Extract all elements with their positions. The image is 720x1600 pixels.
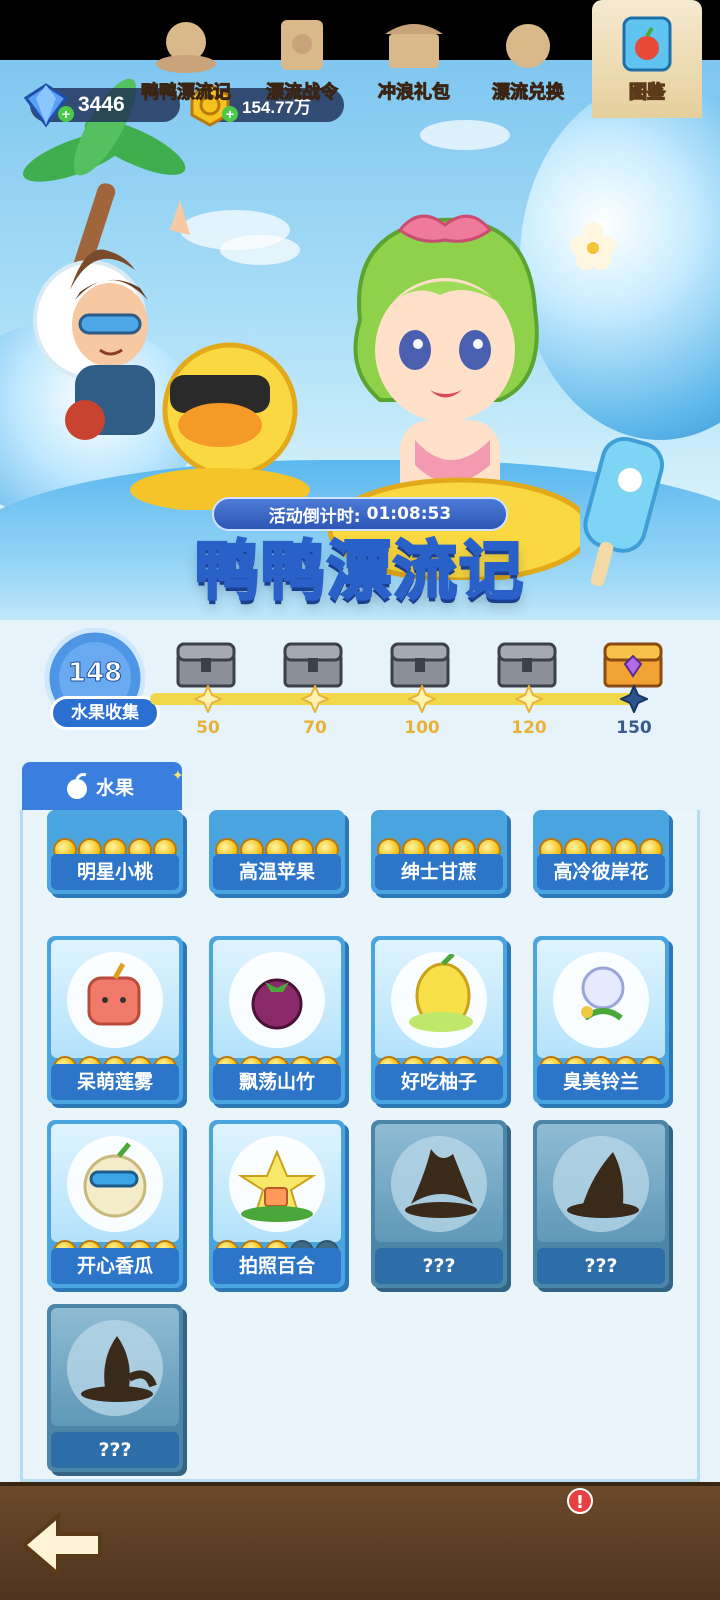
reward-chest-icon[interactable] <box>389 640 451 688</box>
collection-card[interactable]: 臭美铃兰 <box>533 936 669 1104</box>
card-name: 开心香瓜 <box>51 1248 179 1284</box>
card-name: 拍照百合 <box>213 1248 341 1284</box>
collection-grid: 明星小桃 高温苹果 绅士甘蔗 高冷彼岸花 呆萌莲雾 飘荡山竹 好吃柚子 臭美铃兰… <box>20 810 700 1482</box>
exchange-duck-icon <box>506 24 550 68</box>
collection-count: 148 <box>67 658 123 689</box>
nav-label: 漂流兑换 <box>492 82 565 104</box>
tab-label: 水果 <box>96 776 135 799</box>
card-name: 飘荡山竹 <box>213 1064 341 1100</box>
shop-stall-icon <box>385 24 443 68</box>
golden-chest-icon[interactable] <box>602 640 664 688</box>
milestone-label: 70 <box>303 718 327 738</box>
card-name: 绅士甘蔗 <box>375 854 503 890</box>
nav-label: 图鉴 <box>628 81 666 104</box>
fruit-icon <box>67 773 87 799</box>
milestone-label: 150 <box>616 718 652 738</box>
milestone-star-icon <box>515 685 543 713</box>
sparkle-icon: ✦ <box>172 768 184 784</box>
back-arrow-icon[interactable] <box>18 1510 108 1580</box>
lily-flower-icon <box>237 1149 317 1222</box>
card-name: 高温苹果 <box>213 854 341 890</box>
collection-card[interactable]: 绅士甘蔗 <box>371 810 507 894</box>
wax-apple-fruit-icon <box>87 962 141 1026</box>
locked-silhouette-icon <box>567 1152 639 1218</box>
card-name: ??? <box>51 1432 179 1468</box>
collection-card-locked[interactable]: ??? <box>47 1304 183 1472</box>
reward-chest-icon[interactable] <box>496 640 558 688</box>
milestone-star-icon <box>620 685 648 713</box>
nav-label: 漂流战令 <box>266 82 339 104</box>
collection-card[interactable]: 明星小桃 <box>47 810 183 894</box>
collection-card[interactable]: 拍照百合 <box>209 1120 345 1288</box>
milestone-star-icon <box>408 685 436 713</box>
tab-fruit[interactable]: 水果 ✦ <box>22 762 184 810</box>
collection-card[interactable]: 开心香瓜 <box>47 1120 183 1288</box>
duck-icon <box>156 22 216 73</box>
nav-duck-drift[interactable]: 鸭鸭漂流记 <box>128 0 244 118</box>
collection-level-badge: 148 水果收集 <box>30 628 160 738</box>
milestone-label: 50 <box>196 718 220 738</box>
pass-book-icon <box>281 20 323 70</box>
collection-card[interactable]: 高温苹果 <box>209 810 345 894</box>
lily-of-valley-icon <box>581 966 625 1021</box>
collection-card-locked[interactable]: ??? <box>533 1120 669 1288</box>
nav-battle-pass[interactable]: 漂流战令 <box>250 0 354 118</box>
milestone-label: 120 <box>511 718 547 738</box>
locked-silhouette-icon <box>405 1149 477 1218</box>
rubber-duck-illustration <box>130 342 310 510</box>
nav-surf-pack[interactable]: 冲浪礼包 <box>362 0 466 118</box>
melon-fruit-icon <box>83 1142 147 1218</box>
event-title: 鸭鸭漂流记 <box>194 534 525 611</box>
add-gems-icon[interactable]: + <box>58 106 74 122</box>
ice-pop-illustration <box>583 436 664 587</box>
bottom-navigation <box>0 1482 720 1600</box>
nav-drift-exchange[interactable]: 漂流兑换 <box>474 0 582 118</box>
card-name: 臭美铃兰 <box>537 1064 665 1100</box>
flower-icon <box>570 222 616 270</box>
reward-chest-icon[interactable] <box>175 640 237 688</box>
nav-collection-book[interactable]: 图鉴 <box>592 0 702 118</box>
collection-book-icon <box>622 16 672 72</box>
card-name: 高冷彼岸花 <box>537 854 665 890</box>
collection-card[interactable]: 呆萌莲雾 <box>47 936 183 1104</box>
mangosteen-fruit-icon <box>251 978 303 1030</box>
collection-card-locked[interactable]: ??? <box>371 1120 507 1288</box>
card-name: 好吃柚子 <box>375 1064 503 1100</box>
milestone-star-icon <box>194 685 222 713</box>
milestone-label: 100 <box>404 718 440 738</box>
pomelo-fruit-icon <box>409 954 473 1032</box>
nav-label: 鸭鸭漂流记 <box>141 82 232 104</box>
collection-card[interactable]: 好吃柚子 <box>371 936 507 1104</box>
reward-chest-icon[interactable] <box>282 640 344 688</box>
card-name: ??? <box>537 1248 665 1284</box>
notification-badge: ! <box>567 1488 593 1514</box>
card-name: ??? <box>375 1248 503 1284</box>
gem-amount: 3446 <box>78 93 125 116</box>
collection-label: 水果收集 <box>50 696 160 730</box>
collection-card[interactable]: 飘荡山竹 <box>209 936 345 1104</box>
nav-label: 冲浪礼包 <box>378 82 451 104</box>
card-name: 明星小桃 <box>51 854 179 890</box>
locked-silhouette-icon <box>81 1336 157 1402</box>
collection-progress-bar <box>150 693 635 705</box>
milestone-star-icon <box>301 685 329 713</box>
card-name: 呆萌莲雾 <box>51 1064 179 1100</box>
collection-card[interactable]: 高冷彼岸花 <box>533 810 669 894</box>
